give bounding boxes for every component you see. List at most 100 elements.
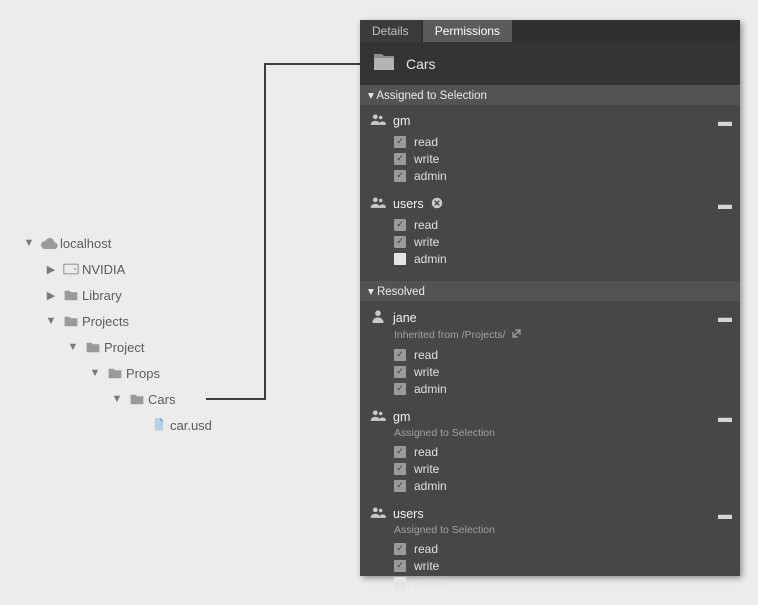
perm-label: write	[414, 462, 439, 476]
tree-node-projects[interactable]: ▼ Projects	[20, 308, 212, 334]
perm-meta: Inherited from /Projects/	[394, 328, 730, 342]
collapse-icon[interactable]: ▬	[718, 114, 732, 128]
perm-label: admin	[414, 252, 447, 266]
drive-icon	[60, 263, 82, 275]
collapse-icon[interactable]: ▬	[718, 310, 732, 324]
perm-group-name: users	[393, 507, 424, 521]
section-title: Resolved	[377, 286, 425, 298]
perm-list: ✓read✓write✓admin	[370, 133, 730, 184]
checkbox-admin[interactable]: ✓	[394, 170, 406, 182]
checkbox-read[interactable]: ✓	[394, 349, 406, 361]
group-icon	[370, 113, 386, 129]
page-title: Cars	[406, 56, 436, 72]
section-header-assigned[interactable]: ▾ Assigned to Selection	[360, 85, 740, 105]
tree-label: Cars	[148, 392, 175, 407]
perm-item-read: ✓ read	[394, 443, 730, 460]
tree-node-nvidia[interactable]: ▶ NVIDIA	[20, 256, 212, 282]
checkbox-read[interactable]: ✓	[394, 446, 406, 458]
perm-group-name: gm	[393, 114, 410, 128]
group-icon	[370, 196, 386, 212]
breadcrumb: Cars	[360, 42, 740, 85]
perm-item-admin: ✓admin	[394, 477, 730, 494]
perm-meta-text: Assigned to Selection	[394, 524, 495, 536]
tree-label: car.usd	[170, 418, 212, 433]
tab-permissions[interactable]: Permissions	[423, 20, 512, 42]
perm-label: admin	[414, 576, 447, 590]
tree-label: Projects	[82, 314, 129, 329]
file-tree: ▼ localhost ▶ NVIDIA ▶ Library ▼ Project…	[20, 230, 212, 438]
perm-group-header: users	[370, 506, 730, 522]
folder-icon	[82, 341, 104, 354]
perm-group-header: gm	[370, 113, 730, 129]
checkbox-write[interactable]: ✓	[394, 366, 406, 378]
caret-icon[interactable]: ▶	[42, 263, 60, 276]
caret-icon[interactable]: ▼	[108, 393, 126, 405]
collapse-icon[interactable]: ▬	[718, 197, 732, 211]
perm-item-read: ✓ read	[394, 133, 730, 150]
cloud-icon	[38, 236, 60, 250]
tree-label: Project	[104, 340, 144, 355]
panel-tabs: Details Permissions	[360, 20, 740, 42]
external-link-icon[interactable]	[511, 328, 522, 342]
tree-node-library[interactable]: ▶ Library	[20, 282, 212, 308]
checkbox-admin[interactable]	[394, 253, 406, 265]
folder-icon	[60, 289, 82, 302]
tree-node-localhost[interactable]: ▼ localhost	[20, 230, 212, 256]
tree-label: localhost	[60, 236, 111, 251]
checkbox-write[interactable]: ✓	[394, 463, 406, 475]
group-icon	[370, 506, 386, 522]
perm-group-name: jane	[393, 311, 417, 325]
caret-icon[interactable]: ▼	[64, 341, 82, 353]
perm-item-admin: ✓admin	[394, 380, 730, 397]
perm-item-admin: admin	[394, 250, 730, 267]
checkbox-read[interactable]: ✓	[394, 136, 406, 148]
perm-meta-text: Assigned to Selection	[394, 427, 495, 439]
checkbox-admin[interactable]: ✓	[394, 480, 406, 492]
perm-label: read	[414, 135, 438, 149]
caret-icon[interactable]: ▼	[42, 315, 60, 327]
perm-label: read	[414, 542, 438, 556]
perm-label: write	[414, 365, 439, 379]
perm-list: ✓ read ✓ write✓admin	[370, 443, 730, 494]
checkbox-read[interactable]: ✓	[394, 219, 406, 231]
checkbox-admin[interactable]	[394, 577, 406, 589]
checkbox-write[interactable]: ✓	[394, 560, 406, 572]
checkbox-write[interactable]: ✓	[394, 236, 406, 248]
checkbox-read[interactable]: ✓	[394, 543, 406, 555]
perm-label: read	[414, 348, 438, 362]
folder-icon	[126, 393, 148, 406]
perm-item-write: ✓ write	[394, 557, 730, 574]
perm-group: users▬✓read✓writeadmin	[360, 194, 740, 277]
perm-group-name: gm	[393, 410, 410, 424]
caret-icon[interactable]: ▼	[20, 237, 38, 249]
perm-item-write: ✓write	[394, 150, 730, 167]
group-icon	[370, 409, 386, 425]
perm-item-write: ✓ write	[394, 460, 730, 477]
resolved-body: jane ▬ Inherited from /Projects/ ✓ read ✓ writ…	[360, 301, 740, 605]
tab-details[interactable]: Details	[360, 20, 421, 42]
perm-group-header: users	[370, 196, 730, 212]
permissions-panel: Details Permissions Cars ▾ Assigned to S…	[360, 20, 740, 576]
perm-item-read: ✓read	[394, 216, 730, 233]
checkbox-admin[interactable]: ✓	[394, 383, 406, 395]
folder-icon	[104, 367, 126, 380]
section-header-resolved[interactable]: ▾ Resolved	[360, 281, 740, 301]
perm-item-admin: ✓ admin	[394, 167, 730, 184]
caret-icon[interactable]: ▶	[42, 289, 60, 302]
remove-icon[interactable]	[431, 197, 443, 212]
caret-icon[interactable]: ▼	[86, 367, 104, 379]
perm-label: admin	[414, 169, 447, 183]
perm-label: read	[414, 445, 438, 459]
assigned-body: gm▬✓read✓write✓adminusers▬✓read✓writeadm…	[360, 105, 740, 281]
perm-item-read: ✓ read	[394, 346, 730, 363]
collapse-icon[interactable]: ▬	[718, 410, 732, 424]
tree-node-project[interactable]: ▼ Project	[20, 334, 212, 360]
perm-label: write	[414, 559, 439, 573]
tree-node-props[interactable]: ▼ Props	[20, 360, 212, 386]
collapse-icon[interactable]: ▬	[718, 507, 732, 521]
chevron-down-icon: ▾	[368, 286, 374, 298]
checkbox-write[interactable]: ✓	[394, 153, 406, 165]
tree-node-cars[interactable]: ▼ Cars	[20, 386, 212, 412]
perm-meta-text: Inherited from /Projects/	[394, 329, 505, 341]
tree-node-carusd[interactable]: car.usd	[20, 412, 212, 438]
